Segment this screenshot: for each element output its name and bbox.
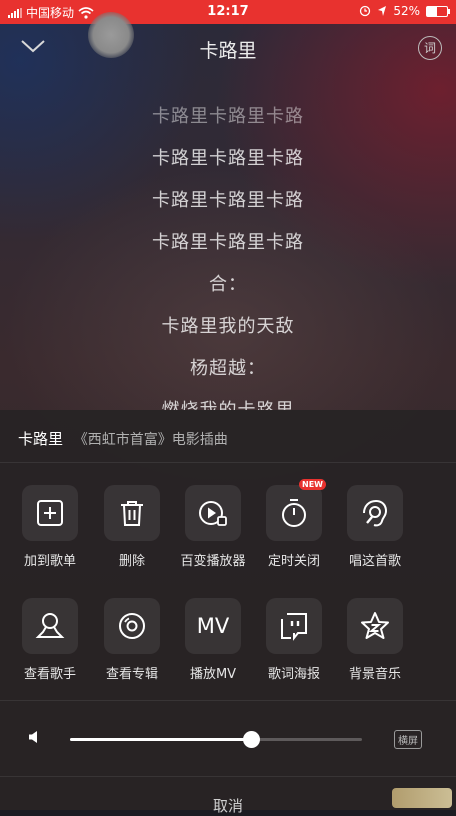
action-label: 查看专辑	[105, 667, 158, 682]
action-label: 唱这首歌	[348, 554, 401, 569]
landscape-button[interactable]: 横屏	[394, 730, 422, 749]
singer-icon	[35, 613, 65, 638]
alarm-icon	[360, 5, 371, 17]
player-skin-icon	[199, 501, 227, 526]
location-icon	[378, 6, 387, 16]
lyric-line: 卡路里我的天敌	[161, 316, 295, 337]
action-label: 歌词海报	[267, 667, 320, 682]
assistive-touch-button[interactable]	[88, 12, 134, 58]
mv-icon: MV	[196, 614, 230, 638]
trash-icon	[121, 501, 143, 526]
lyric-line: 卡路里卡路里卡路	[152, 148, 304, 169]
action-sheet: 卡路里 《西虹市首富》电影插曲 加到歌单 删除 百变播放器 NEW 定时关闭 唱…	[0, 410, 456, 815]
lyric-toggle-button[interactable]: 词	[418, 36, 442, 60]
battery-icon	[426, 5, 450, 17]
action-label: 查看歌手	[23, 667, 76, 682]
action-label: 百变播放器	[180, 554, 246, 569]
sheet-song-name: 卡路里	[18, 430, 64, 448]
sing-icon	[363, 499, 388, 527]
action-delete[interactable]: 删除	[92, 485, 172, 569]
lyric-line: 卡路里卡路里卡路	[152, 232, 304, 253]
background-music-icon	[361, 612, 389, 639]
sheet-song-source: 《西虹市首富》电影插曲	[73, 432, 228, 448]
lyric-line: 合：	[209, 274, 247, 295]
add-to-playlist-icon	[37, 500, 63, 526]
action-label: 背景音乐	[348, 667, 401, 682]
new-badge: NEW	[299, 479, 326, 490]
volume-slider-fill	[70, 738, 252, 741]
action-lyric-poster[interactable]: 歌词海报	[254, 598, 334, 682]
action-view-singer[interactable]: 查看歌手	[10, 598, 90, 682]
volume-slider-knob[interactable]	[243, 731, 261, 748]
action-sleep-timer[interactable]: NEW 定时关闭	[254, 479, 334, 569]
lyric-poster-icon	[281, 613, 307, 641]
timer-icon	[282, 499, 306, 527]
battery-percent: 52%	[393, 4, 420, 18]
action-player-skin[interactable]: 百变播放器	[173, 485, 253, 569]
sheet-song-info: 卡路里 《西虹市首富》电影插曲	[18, 428, 228, 449]
volume-row: 横屏	[0, 710, 456, 766]
action-label: 播放MV	[189, 667, 237, 682]
status-bar: 中国移动 12:17 52%	[0, 0, 456, 24]
watermark-logo	[392, 788, 452, 808]
lyric-line: 卡路里卡路里卡路	[152, 190, 304, 211]
action-sing-song[interactable]: 唱这首歌	[335, 485, 415, 569]
cancel-button[interactable]: 取消	[0, 795, 456, 816]
volume-slider[interactable]	[70, 731, 362, 748]
action-label: 删除	[118, 554, 145, 569]
lyric-line: 杨超越：	[190, 358, 266, 379]
action-label: 加到歌单	[23, 554, 76, 569]
song-title: 卡路里	[199, 40, 257, 62]
player-header: 卡路里 词	[0, 24, 456, 70]
action-add-to-playlist[interactable]: 加到歌单	[10, 485, 90, 569]
action-play-mv[interactable]: MV 播放MV	[173, 598, 253, 682]
action-view-album[interactable]: 查看专辑	[92, 598, 172, 682]
album-icon	[119, 613, 145, 639]
action-label: 定时关闭	[267, 554, 320, 569]
divider	[0, 700, 456, 701]
lyric-line: 燃烧我的卡路里	[0, 396, 456, 410]
action-background-music[interactable]: 背景音乐	[335, 598, 415, 682]
divider	[0, 776, 456, 777]
speaker-icon	[29, 731, 37, 743]
lyric-line: 卡路里卡路里卡路	[152, 106, 304, 127]
lyrics-panel: 卡路里卡路里卡路 卡路里卡路里卡路 卡路里卡路里卡路 卡路里卡路里卡路 合： 卡…	[0, 96, 456, 410]
divider	[0, 462, 456, 463]
